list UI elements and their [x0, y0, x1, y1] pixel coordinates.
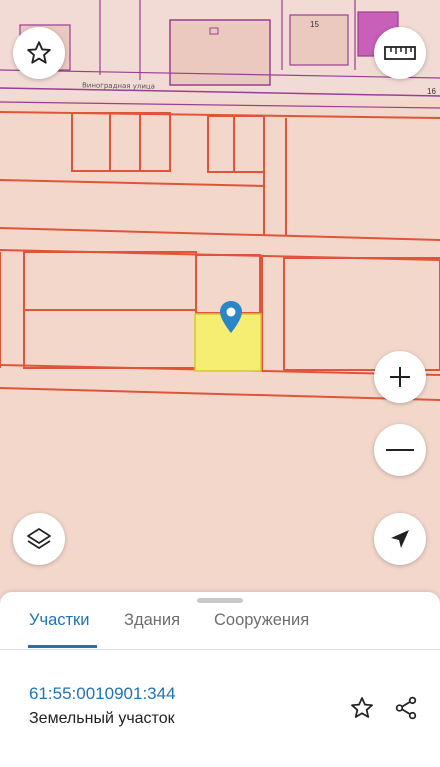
plus-icon [390, 367, 410, 387]
tab-structures[interactable]: Сооружения [214, 611, 309, 630]
tab-buildings[interactable]: Здания [124, 611, 180, 630]
drag-handle[interactable] [197, 598, 243, 603]
tab-parcels[interactable]: Участки [29, 611, 90, 630]
parcel-type: Земельный участок [29, 710, 175, 727]
active-tab-indicator [28, 645, 97, 648]
ruler-icon [384, 46, 416, 60]
building-number: 15 [310, 20, 319, 29]
share-icon [395, 696, 417, 720]
zoom-out-button[interactable] [374, 424, 426, 476]
my-location-button[interactable] [374, 513, 426, 565]
tab-bar: Участки Здания Сооружения [0, 608, 440, 648]
cadastral-number[interactable]: 61:55:0010901:344 [29, 684, 176, 704]
favorite-button[interactable] [13, 27, 65, 79]
minus-icon [386, 449, 414, 451]
cadastral-map[interactable]: Виноградная улица 15 16 [0, 0, 440, 600]
share-button[interactable] [390, 692, 422, 724]
divider [0, 649, 440, 650]
ruler-button[interactable] [374, 27, 426, 79]
zoom-in-button[interactable] [374, 351, 426, 403]
building-number: 16 [427, 87, 436, 96]
street-label: Виноградная улица [81, 81, 156, 91]
info-panel: Участки Здания Сооружения 61:55:0010901:… [0, 592, 440, 767]
star-icon [27, 41, 51, 64]
layers-button[interactable] [13, 513, 65, 565]
favorite-parcel-button[interactable] [346, 692, 378, 724]
location-arrow-icon [391, 530, 409, 548]
layers-icon [27, 528, 51, 549]
star-icon [351, 697, 373, 718]
